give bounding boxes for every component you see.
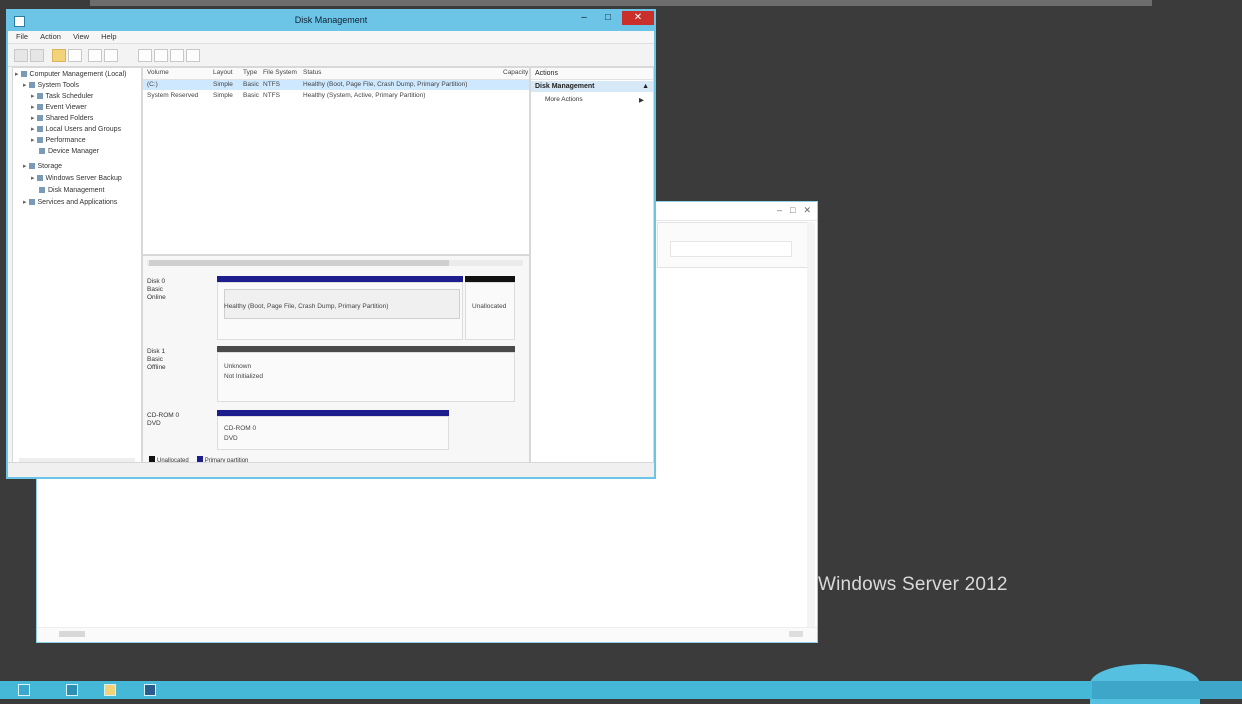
tree-item[interactable]: Performance (31, 136, 86, 146)
actions-pane: Actions Disk Management ▲ More Actions ▶ (530, 67, 654, 467)
device-icon (39, 148, 45, 155)
tree-item[interactable]: Storage (23, 162, 62, 172)
background-scrollbar[interactable] (807, 222, 815, 632)
forward-arrow-icon[interactable] (30, 49, 44, 62)
start-icon[interactable] (18, 684, 30, 696)
disk-1-volumes: Unknown Not Initialized (217, 346, 517, 402)
users-icon (36, 126, 43, 133)
background-side-panel (657, 222, 815, 268)
maximize-button[interactable]: □ (596, 11, 620, 25)
tree-item[interactable]: Local Users and Groups (31, 125, 121, 135)
background-status-left (59, 631, 85, 637)
back-arrow-icon[interactable] (14, 49, 28, 62)
background-search-field[interactable] (670, 241, 792, 257)
export-icon[interactable] (154, 49, 168, 62)
column-header-file-system[interactable]: File System (263, 69, 297, 76)
share-icon (36, 115, 43, 122)
menu-file[interactable]: File (16, 31, 28, 43)
close-button[interactable]: ✕ (622, 11, 654, 25)
settings-icon[interactable] (170, 49, 184, 62)
menu-action[interactable]: Action (40, 31, 61, 43)
log-icon (36, 104, 43, 111)
column-header-status[interactable]: Status (303, 69, 321, 76)
volume-body: Unknown Not Initialized (217, 352, 515, 402)
background-status-right (789, 631, 803, 637)
system-tray (1092, 681, 1242, 699)
navigation-tree: Computer Management (Local) System Tools… (12, 67, 142, 467)
tree-item[interactable]: Event Viewer (31, 103, 87, 113)
tree-item[interactable]: Shared Folders (31, 114, 93, 124)
storage-icon (28, 163, 35, 170)
cdrom-volumes: CD-ROM 0 DVD (217, 410, 517, 450)
tree-item[interactable]: Services and Applications (23, 198, 117, 208)
disk-map: Disk 0 Basic Online Healthy (Boot, Page … (142, 255, 530, 467)
collapse-icon[interactable]: ▲ (642, 81, 649, 92)
file-explorer-icon[interactable] (104, 684, 116, 696)
toolbar (8, 44, 654, 67)
taskbar (0, 681, 1242, 699)
actions-header: Actions (531, 68, 653, 80)
tree-item[interactable]: System Tools (23, 81, 79, 91)
column-header-type[interactable]: Type (243, 69, 257, 76)
maximize-icon[interactable]: □ (790, 205, 795, 216)
background-status-bar (37, 627, 817, 642)
tree-item[interactable]: Device Manager (39, 147, 99, 157)
volume-body: CD-ROM 0 DVD (217, 416, 449, 450)
disk-0-volumes: Healthy (Boot, Page File, Crash Dump, Pr… (217, 276, 517, 340)
table-row[interactable]: System Reserved Simple Basic NTFS Health… (143, 91, 529, 101)
tools-icon (28, 82, 35, 89)
volume-body: Healthy (Boot, Page File, Crash Dump, Pr… (217, 282, 463, 340)
volume-unallocated[interactable]: Unallocated (465, 276, 515, 340)
menu-bar: File Action View Help (8, 31, 654, 44)
properties-icon[interactable] (68, 49, 82, 62)
more-actions-item[interactable]: More Actions ▶ (545, 96, 644, 104)
backup-icon (36, 175, 43, 182)
tree-item[interactable]: Computer Management (Local) (15, 70, 126, 80)
menu-help[interactable]: Help (101, 31, 116, 43)
disk-icon (39, 187, 45, 194)
column-header-layout[interactable]: Layout (213, 69, 233, 76)
column-header-volume[interactable]: Volume (147, 69, 169, 76)
actions-section-disk-management[interactable]: Disk Management ▲ (531, 81, 653, 92)
volume-primary[interactable]: Healthy (Boot, Page File, Crash Dump, Pr… (217, 276, 463, 340)
volume-list-header: Volume Layout Type File System Status Ca… (143, 68, 529, 80)
disk-1-label[interactable]: Disk 1 Basic Offline (147, 348, 215, 372)
disk-map-horizontal-scrollbar[interactable] (147, 260, 523, 266)
tree-item[interactable]: Windows Server Backup (31, 174, 122, 184)
volume-list: Volume Layout Type File System Status Ca… (142, 67, 530, 255)
window-titlebar[interactable]: Disk Management – □ ✕ (8, 11, 654, 31)
server-manager-icon[interactable] (66, 684, 78, 696)
scrollbar-thumb[interactable] (149, 260, 449, 266)
volume-cdrom[interactable]: CD-ROM 0 DVD (217, 410, 449, 450)
volume-body: Unallocated (465, 282, 515, 340)
minimize-icon[interactable]: – (777, 205, 782, 216)
help-icon[interactable] (88, 49, 102, 62)
folder-icon[interactable] (52, 49, 66, 62)
clock-icon (36, 93, 43, 100)
os-watermark: Windows Server 2012 (818, 574, 1008, 595)
menu-view[interactable]: View (73, 31, 89, 43)
window-title: Disk Management (294, 15, 368, 25)
top-strip (90, 0, 1152, 6)
table-row[interactable]: (C:) Simple Basic NTFS Healthy (Boot, Pa… (143, 80, 529, 90)
list-icon[interactable] (186, 49, 200, 62)
status-bar (8, 462, 654, 477)
minimize-button[interactable]: – (572, 11, 596, 25)
tree-item-disk-management[interactable]: Disk Management (39, 186, 104, 196)
refresh-icon[interactable] (138, 49, 152, 62)
background-window-controls: – □ ✕ (777, 205, 811, 216)
volume-not-initialized[interactable]: Unknown Not Initialized (217, 346, 515, 402)
computer-management-icon[interactable] (144, 684, 156, 696)
performance-icon (36, 137, 43, 144)
close-icon[interactable]: ✕ (803, 205, 811, 216)
services-icon (28, 199, 35, 206)
view-icon[interactable] (104, 49, 118, 62)
computer-icon (20, 71, 27, 78)
cdrom-label[interactable]: CD-ROM 0 DVD (147, 412, 215, 428)
disk-0-label[interactable]: Disk 0 Basic Online (147, 278, 215, 302)
disk-management-window[interactable]: Disk Management – □ ✕ File Action View H… (6, 9, 656, 479)
chevron-right-icon: ▶ (639, 97, 644, 104)
column-header-capacity[interactable]: Capacity (503, 69, 528, 76)
tree-item[interactable]: Task Scheduler (31, 92, 93, 102)
